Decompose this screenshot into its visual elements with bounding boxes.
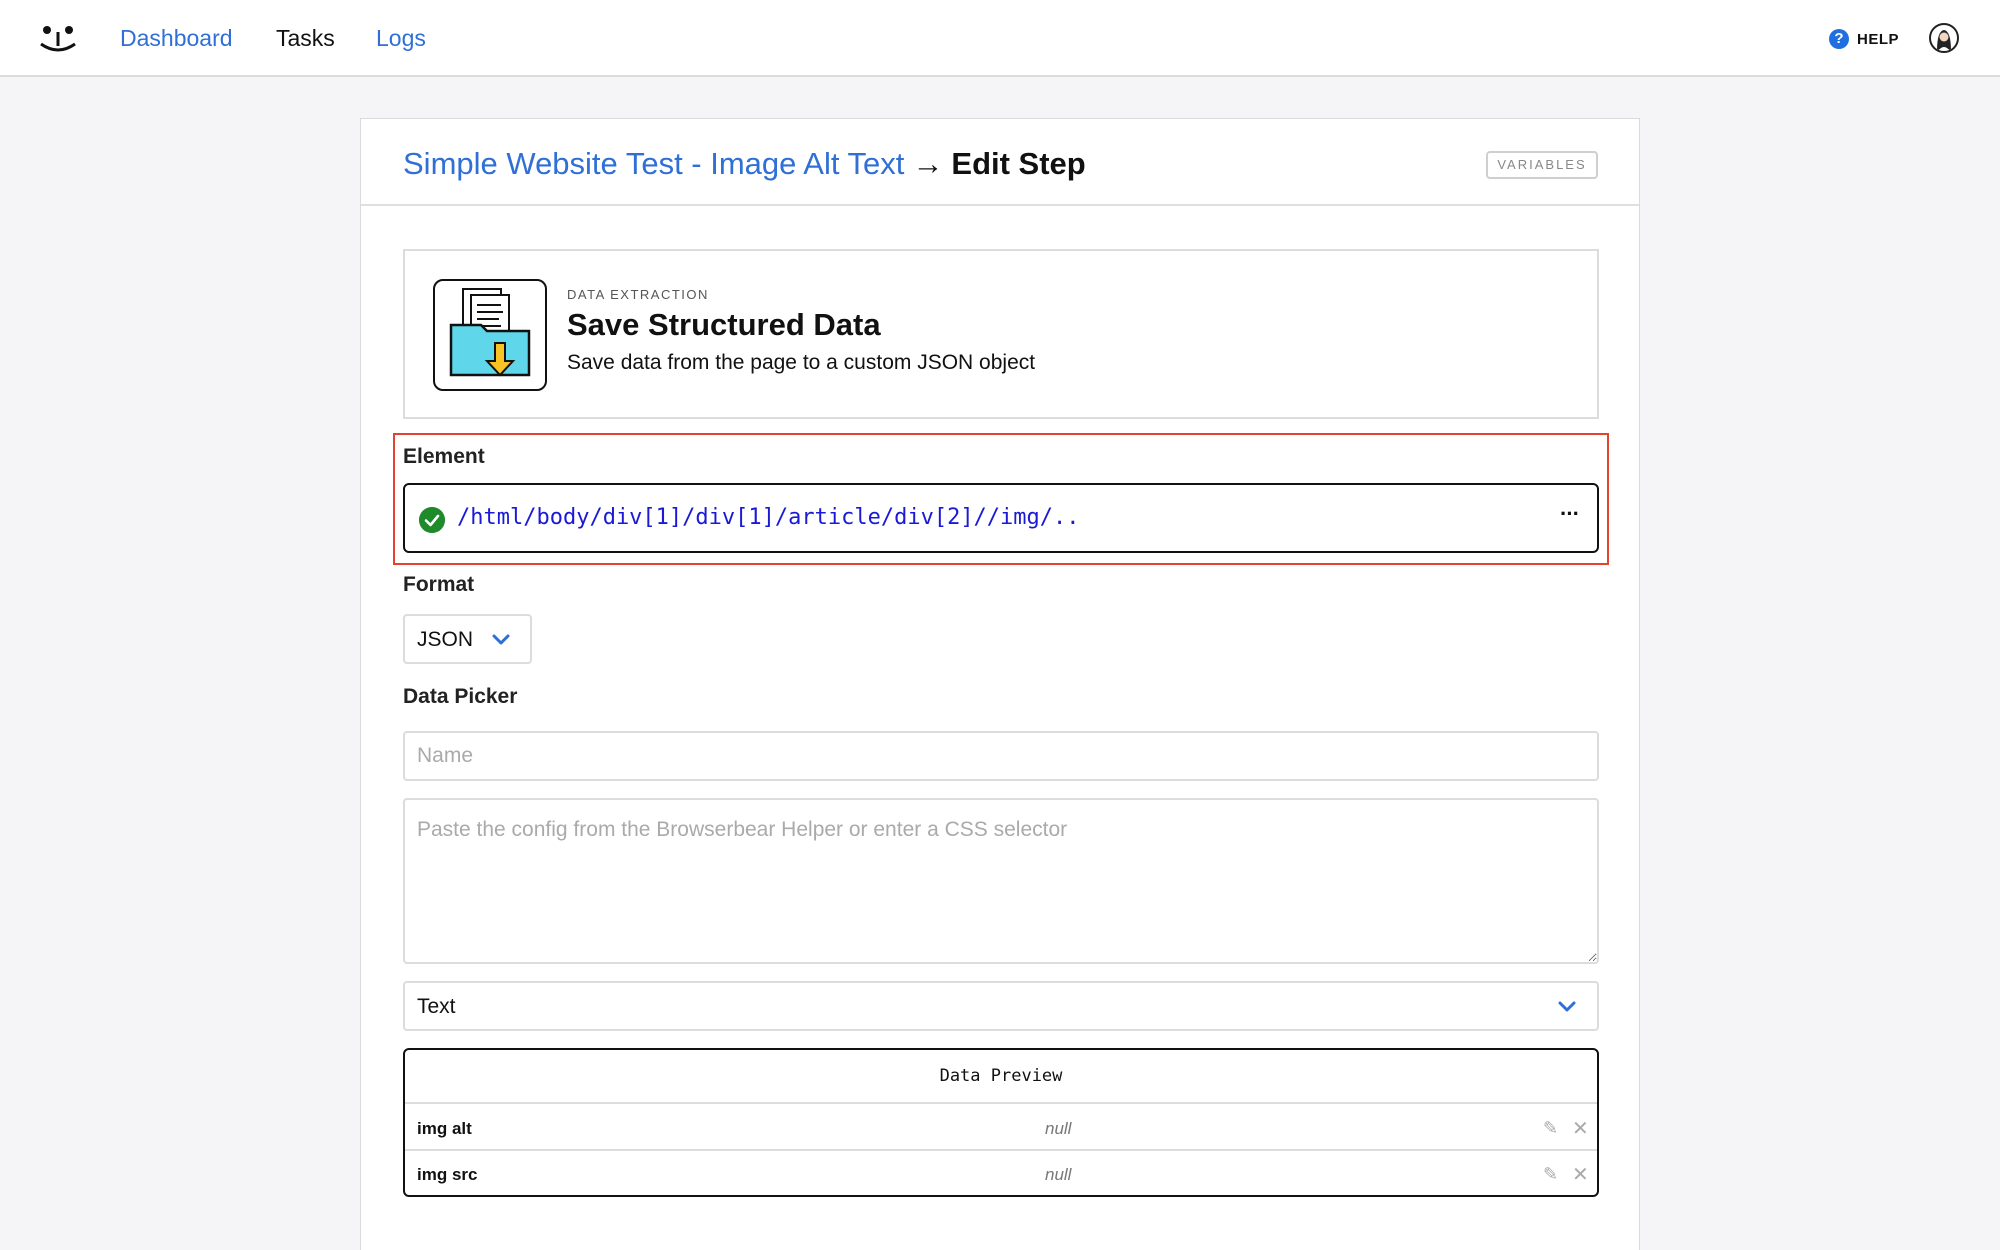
- row-field-value: null: [1045, 1119, 1072, 1138]
- variables-button[interactable]: VARIABLES: [1486, 151, 1598, 179]
- element-label: Element: [403, 445, 485, 468]
- table-row: img src null ✎ ✕: [405, 1152, 1597, 1195]
- picker-config-textarea[interactable]: [403, 798, 1599, 964]
- folder-download-icon: [433, 279, 547, 391]
- step-name: Save Structured Data: [567, 307, 881, 342]
- pencil-icon[interactable]: ✎: [1543, 1118, 1558, 1139]
- format-label: Format: [403, 573, 475, 596]
- data-preview-table: Data Preview img alt null ✎ ✕ img src nu…: [403, 1048, 1599, 1197]
- row-field-value: null: [1045, 1165, 1072, 1184]
- help-label: HELP: [1857, 30, 1900, 48]
- row-field-name: img alt: [417, 1119, 472, 1138]
- pencil-icon[interactable]: ✎: [1543, 1164, 1558, 1185]
- nav-dashboard-link[interactable]: Dashboard: [120, 24, 233, 52]
- breadcrumb-arrow-icon: →: [912, 146, 944, 181]
- picker-name-input[interactable]: [403, 731, 1599, 781]
- breadcrumb-current: Edit Step: [951, 146, 1086, 181]
- element-selector-field[interactable]: /html/body/div[1]/div[1]/article/div[2]/…: [403, 483, 1599, 553]
- chevron-down-icon: [492, 634, 510, 645]
- step-summary: DATA EXTRACTION Save Structured Data Sav…: [403, 249, 1599, 419]
- nav-logs-link[interactable]: Logs: [376, 24, 426, 52]
- element-path: /html/body/div[1]/div[1]/article/div[2]/…: [457, 505, 1080, 530]
- data-preview-header: Data Preview: [405, 1050, 1597, 1104]
- page-title: Simple Website Test - Image Alt Text → Edi…: [403, 145, 1086, 183]
- table-row: img alt null ✎ ✕: [405, 1106, 1597, 1151]
- nav-tasks-link[interactable]: Tasks: [276, 24, 335, 52]
- picker-type-value: Text: [417, 995, 456, 1018]
- more-options-icon[interactable]: ···: [1560, 501, 1580, 527]
- help-icon: ?: [1829, 29, 1849, 49]
- close-icon[interactable]: ✕: [1572, 1116, 1589, 1141]
- breadcrumb-task-link[interactable]: Simple Website Test - Image Alt Text: [403, 146, 904, 181]
- step-category: DATA EXTRACTION: [567, 287, 709, 302]
- bear-logo-icon[interactable]: [38, 26, 78, 52]
- format-selected-value: JSON: [417, 628, 474, 651]
- check-circle-icon: [419, 507, 445, 533]
- picker-type-select[interactable]: Text: [403, 981, 1599, 1031]
- card-header: Simple Website Test - Image Alt Text → Edi…: [361, 119, 1639, 206]
- close-icon[interactable]: ✕: [1572, 1162, 1589, 1187]
- data-picker-label: Data Picker: [403, 685, 518, 708]
- row-field-name: img src: [417, 1165, 478, 1184]
- format-select[interactable]: JSON: [403, 614, 532, 664]
- top-nav: Dashboard Tasks Logs ? HELP: [0, 0, 2000, 77]
- avatar[interactable]: [1929, 23, 1959, 53]
- step-description: Save data from the page to a custom JSON…: [567, 351, 1036, 374]
- chevron-down-icon: [1558, 1001, 1576, 1012]
- user-avatar-icon: [1937, 30, 1951, 51]
- help-button[interactable]: ? HELP: [1829, 28, 1899, 50]
- data-preview-title: Data Preview: [939, 1066, 1063, 1086]
- edit-step-card: Simple Website Test - Image Alt Text → Edi…: [360, 118, 1640, 1250]
